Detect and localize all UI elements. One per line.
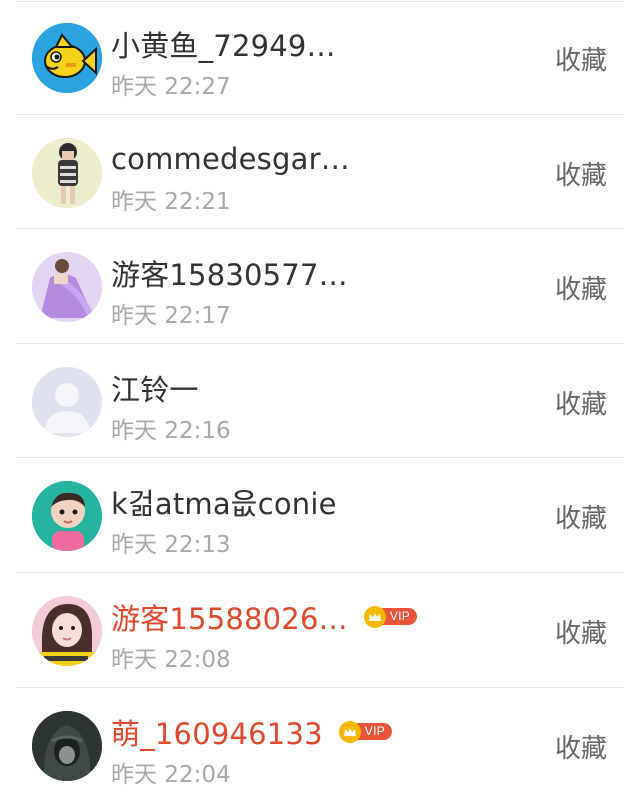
favorite-button[interactable]: 收藏: [555, 613, 607, 650]
vip-label: VIP: [381, 608, 418, 626]
crown-icon: [338, 720, 361, 743]
yellow-fish-icon: [32, 23, 102, 93]
list-item[interactable]: 游客15588026… VIP 昨天 22:08 收藏: [0, 573, 640, 688]
favorite-button[interactable]: 收藏: [555, 155, 607, 192]
timestamp: 昨天 22:17: [111, 303, 231, 330]
user-name[interactable]: 游客15830577…: [111, 252, 348, 294]
timestamp: 昨天 22:21: [111, 188, 231, 215]
favorite-button[interactable]: 收藏: [555, 40, 607, 77]
user-name[interactable]: 小黄鱼_72949…: [111, 23, 336, 65]
list-item[interactable]: 游客15830577… 昨天 22:17 收藏: [0, 229, 640, 344]
crown-icon: [363, 605, 386, 628]
purple-dress-icon: [32, 252, 102, 323]
vip-badge: VIP: [363, 605, 418, 628]
favorite-button[interactable]: 收藏: [555, 384, 607, 421]
list-item[interactable]: k걺atma읎conie 昨天 22:13 收藏: [0, 458, 640, 573]
user-name[interactable]: 江铃一: [111, 367, 199, 409]
list-item[interactable]: 小黄鱼_72949… 昨天 22:27 收藏: [0, 0, 640, 115]
timestamp: 昨天 22:04: [111, 761, 231, 788]
avatar[interactable]: [32, 710, 102, 781]
user-name[interactable]: k걺atma읎conie: [111, 481, 337, 523]
list-item[interactable]: 江铃一 昨天 22:16 收藏: [0, 344, 640, 459]
default-person-icon: [32, 366, 102, 437]
user-list: 小黄鱼_72949… 昨天 22:27 收藏 commedesgar… 昨天 2…: [0, 0, 640, 802]
avatar[interactable]: [32, 137, 102, 208]
vip-label: VIP: [356, 723, 393, 741]
favorite-button[interactable]: 收藏: [555, 498, 607, 535]
timestamp: 昨天 22:16: [111, 417, 231, 444]
avatar[interactable]: [32, 595, 102, 666]
timestamp: 昨天 22:08: [111, 646, 231, 673]
vip-badge: VIP: [338, 720, 393, 743]
timestamp: 昨天 22:27: [111, 74, 231, 100]
favorite-button[interactable]: 收藏: [555, 269, 607, 306]
user-name[interactable]: commedesgar…: [111, 142, 350, 176]
pink-girl-icon: [32, 595, 102, 666]
user-name[interactable]: 萌_160946133: [111, 711, 323, 753]
list-item[interactable]: 萌_160946133 VIP 昨天 22:04 收藏: [0, 688, 640, 802]
girl-photo-icon: [32, 137, 102, 208]
avatar[interactable]: [32, 252, 102, 323]
hooded-figure-icon: [32, 710, 102, 781]
avatar[interactable]: [32, 366, 102, 437]
baby-photo-icon: [32, 481, 102, 552]
avatar[interactable]: [32, 481, 102, 552]
user-name[interactable]: 游客15588026…: [111, 596, 348, 638]
avatar[interactable]: [32, 23, 102, 93]
favorite-button[interactable]: 收藏: [555, 728, 607, 765]
list-item[interactable]: commedesgar… 昨天 22:21 收藏: [0, 115, 640, 230]
timestamp: 昨天 22:13: [111, 532, 231, 559]
